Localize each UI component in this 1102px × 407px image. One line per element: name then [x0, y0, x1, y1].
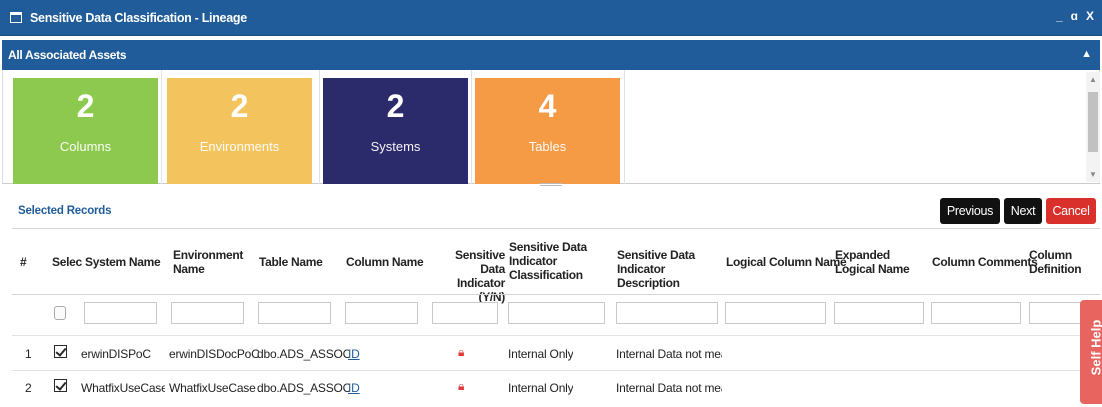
header-environment-name[interactable]: Environment Name — [173, 248, 253, 276]
cell-sdi-classification: Internal Only — [508, 347, 574, 361]
tile-divider — [471, 70, 472, 184]
filter-system-name[interactable] — [84, 302, 157, 324]
scroll-up-icon[interactable]: ▲ — [1089, 75, 1097, 84]
cell-table-name: dbo.ADS_ASSOCIA — [257, 347, 349, 361]
section-title: All Associated Assets — [8, 48, 127, 62]
header-column-definition[interactable]: Column Definition — [1029, 248, 1089, 276]
window-controls: _ ɑ X — [1056, 9, 1094, 23]
tile-count: 2 — [76, 88, 95, 124]
tiles-scrollbar[interactable]: ▲ ▼ — [1086, 72, 1100, 182]
section-header: All Associated Assets ▲ — [2, 40, 1100, 70]
window-title: Sensitive Data Classification - Lineage — [30, 10, 247, 25]
filter-logical-column-name[interactable] — [725, 302, 826, 324]
grid-divider — [12, 335, 1100, 336]
tile-count: 2 — [230, 88, 249, 124]
cell-sdi-description: Internal Data not meant fo — [616, 347, 722, 361]
row-checkbox[interactable] — [54, 379, 67, 392]
header-select[interactable]: Selec — [52, 255, 82, 269]
previous-button[interactable]: Previous — [940, 198, 1000, 224]
cell-sdi-classification: Internal Only — [508, 381, 574, 395]
header-logical-column-name[interactable]: Logical Column Name — [726, 255, 847, 269]
tile-label: Environments — [199, 139, 280, 154]
cell-column-name-link[interactable]: ID — [348, 381, 360, 395]
row-index: 1 — [25, 347, 32, 361]
tile-divider — [319, 70, 320, 184]
lock-icon: 🔒︎ — [458, 345, 465, 359]
selected-records-title: Selected Records — [18, 205, 112, 217]
cell-table-name: dbo.ADS_ASSOCIA — [257, 381, 349, 395]
cell-sdi-description: Internal Data not meant fo — [616, 381, 722, 395]
tile-environments[interactable]: 2 Environments — [167, 78, 312, 184]
table-row[interactable]: 1 erwinDISPoC erwinDISDocPoC dbo.ADS_ASS… — [12, 337, 1100, 368]
cancel-button[interactable]: Cancel — [1046, 198, 1096, 224]
scrollbar-thumb[interactable] — [1088, 92, 1098, 152]
tile-columns[interactable]: 2 Columns — [13, 78, 158, 184]
cell-environment-name: WhatfixUseCase — [169, 381, 256, 395]
row-checkbox[interactable] — [54, 345, 67, 358]
header-sdi[interactable]: Sensitive Data Indicator (Y/N) — [433, 248, 505, 304]
table-row[interactable]: 2 WhatfixUseCase WhatfixUseCase dbo.ADS_… — [12, 371, 1100, 402]
restore-button[interactable]: ɑ — [1071, 9, 1078, 23]
header-index: # — [20, 255, 27, 269]
select-all-checkbox[interactable] — [54, 306, 66, 320]
header-column-comments[interactable]: Column Comments — [932, 255, 1038, 269]
next-button[interactable]: Next — [1004, 198, 1042, 224]
tile-tables[interactable]: 4 Tables — [475, 78, 620, 184]
row-index: 2 — [25, 381, 32, 395]
cell-environment-name: erwinDISDocPoC — [169, 347, 259, 361]
filter-expanded-logical-name[interactable] — [834, 302, 924, 324]
lock-icon: 🔒︎ — [458, 379, 465, 393]
tile-count: 2 — [386, 88, 405, 124]
header-table-name[interactable]: Table Name — [259, 255, 323, 269]
resize-handle[interactable] — [540, 183, 562, 186]
tile-label: Systems — [370, 139, 421, 154]
header-sdi-description[interactable]: Sensitive Data Indicator Description — [617, 248, 727, 290]
filter-sdi[interactable] — [432, 302, 498, 324]
tile-label: Tables — [528, 139, 567, 154]
cell-system-name: WhatfixUseCase — [81, 381, 165, 395]
chevron-up-icon[interactable]: ▲ — [1081, 48, 1092, 60]
tile-count: 4 — [538, 88, 557, 124]
minimize-button[interactable]: _ — [1056, 9, 1063, 23]
tile-label: Columns — [59, 139, 112, 154]
tile-divider — [161, 70, 162, 184]
grid-divider — [12, 294, 1100, 295]
window-titlebar: Sensitive Data Classification - Lineage … — [0, 0, 1102, 36]
filter-sdi-description[interactable] — [616, 302, 718, 324]
close-button[interactable]: X — [1086, 9, 1094, 23]
summary-tiles-panel: 2 Columns 2 Environments 2 Systems 4 Tab… — [2, 70, 1100, 184]
filter-table-name[interactable] — [258, 302, 331, 324]
filter-environment-name[interactable] — [171, 302, 244, 324]
grid-divider — [12, 228, 1100, 229]
cell-system-name: erwinDISPoC — [81, 347, 151, 361]
header-expanded-logical-name[interactable]: Expanded Logical Name — [835, 248, 930, 276]
header-sdi-classification[interactable]: Sensitive Data Indicator Classification — [509, 240, 609, 282]
tile-systems[interactable]: 2 Systems — [323, 78, 468, 184]
filter-column-comments[interactable] — [931, 302, 1021, 324]
self-help-tab[interactable]: Self Help — [1080, 300, 1102, 404]
cell-column-name-link[interactable]: ID — [348, 347, 360, 361]
scroll-down-icon[interactable]: ▼ — [1089, 170, 1097, 179]
header-system-name[interactable]: System Name — [85, 255, 161, 269]
self-help-label: Self Help — [1088, 319, 1102, 376]
filter-column-name[interactable] — [345, 302, 418, 324]
window-icon — [10, 12, 22, 23]
header-column-name[interactable]: Column Name — [346, 255, 424, 269]
filter-sdi-classification[interactable] — [508, 302, 605, 324]
tile-divider — [624, 70, 625, 184]
